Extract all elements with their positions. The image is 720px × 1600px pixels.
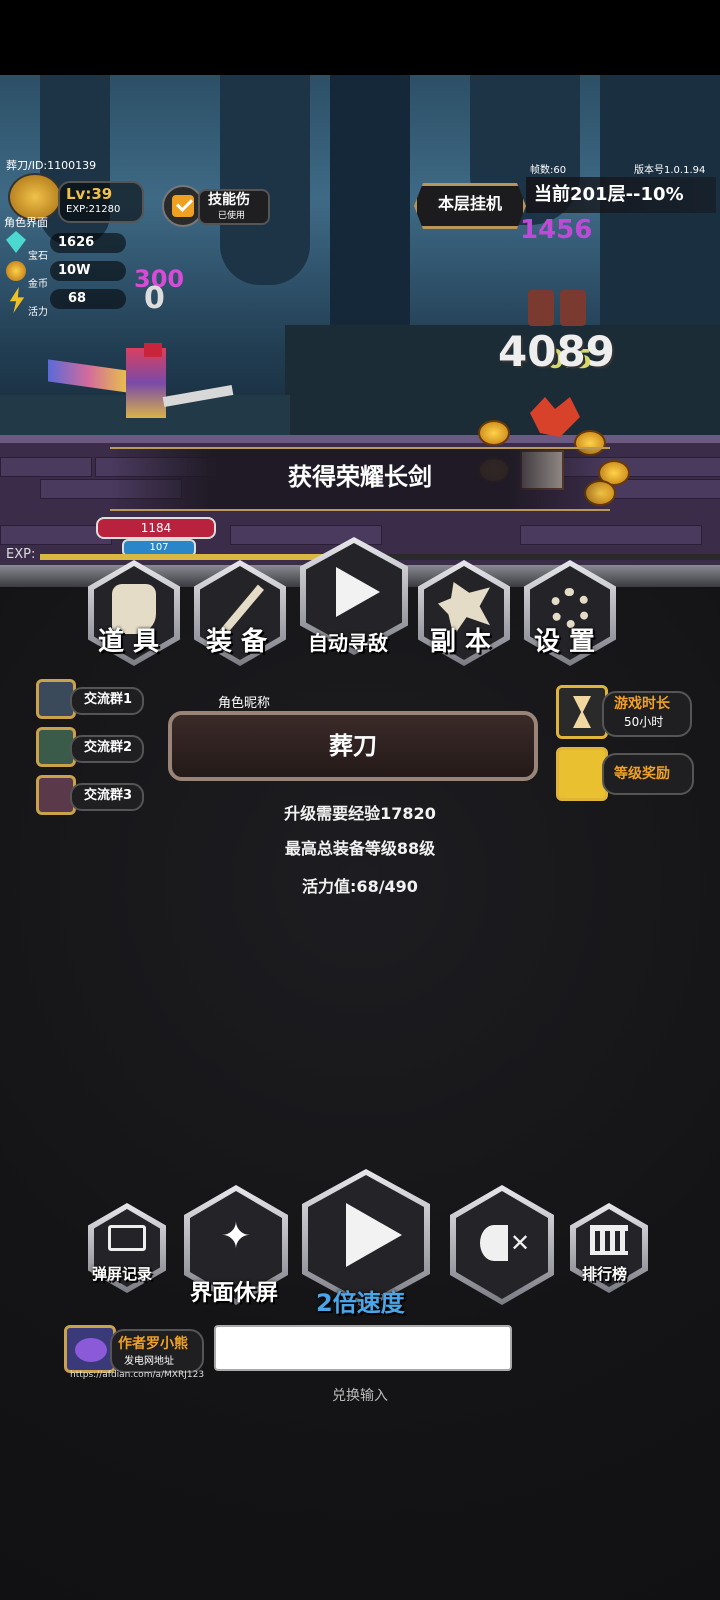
play-time-button[interactable]: 游戏时长 50小时 xyxy=(556,685,692,739)
book-icon xyxy=(108,1225,146,1251)
exp-text: EXP:21280 xyxy=(66,204,121,215)
author-sponsor-button[interactable]: 作者罗小熊 发电网地址 xyxy=(64,1325,204,1375)
barrel xyxy=(528,290,554,326)
ranking-label: 排行榜 xyxy=(582,1265,628,1283)
group-label: 交流群2 xyxy=(70,735,145,763)
frame-rate: 帧数:60 xyxy=(530,165,567,176)
stalactite xyxy=(220,75,310,285)
author-sub: 发电网地址 xyxy=(124,1356,174,1367)
level-box: Lv:39 EXP:21280 xyxy=(58,181,144,223)
stone-pillar xyxy=(330,75,410,335)
gold-coin-icon xyxy=(478,420,510,446)
sparkle-icon: ✦ xyxy=(220,1216,252,1257)
resource-label: 金币 xyxy=(28,279,48,290)
gem-icon xyxy=(6,231,26,253)
play-time-value: 50小时 xyxy=(624,715,664,729)
main-panel: 道 具 装 备 自动寻敌 副 本 设 置 交流群1 交流群2 交流群3 角色昵称… xyxy=(0,537,720,1600)
skill-label: 技能伤 xyxy=(208,192,250,208)
helmet-icon xyxy=(556,747,608,801)
author-avatar-icon xyxy=(64,1325,116,1373)
stat-exp-needed: 升级需要经验17820 xyxy=(284,804,436,823)
group-label: 交流群1 xyxy=(70,687,145,715)
loot-banner: 获得荣耀长剑 xyxy=(110,447,610,511)
floor-idle-button[interactable]: 本层挂机 xyxy=(414,183,526,229)
skill-sub: 已使用 xyxy=(218,211,246,221)
vitality-value: 68 xyxy=(68,291,87,306)
nickname-caption: 角色昵称 xyxy=(218,696,271,711)
hourglass-icon xyxy=(556,685,608,739)
exp-label: EXP: xyxy=(6,547,36,562)
current-floor-text: 当前201层--10% xyxy=(534,184,684,205)
nickname-plate[interactable]: 葬刀 xyxy=(168,711,538,781)
hp-bar: 1184 xyxy=(96,517,216,539)
status-bar xyxy=(0,0,720,75)
menu-label: 副 本 xyxy=(430,627,492,657)
floor-idle-label: 本层挂机 xyxy=(437,194,502,213)
danmaku-label: 弹屏记录 xyxy=(92,1265,153,1283)
current-floor-box: 当前201层--10% xyxy=(526,177,716,213)
gold-value: 10W xyxy=(58,263,91,278)
author-name: 作者罗小熊 xyxy=(118,1336,188,1352)
player-id: 葬刀/ID:1100139 xyxy=(6,159,97,172)
redeem-label: 兑换输入 xyxy=(332,1388,388,1404)
gem-value: 1626 xyxy=(58,235,95,250)
group-chat-2-button[interactable]: 交流群2 xyxy=(36,727,145,767)
group-chat-1-button[interactable]: 交流群1 xyxy=(36,679,145,719)
building-icon xyxy=(590,1225,628,1255)
menu-label: 道 具 xyxy=(98,627,160,657)
battle-scene: 1456 300 0 0.5 4089 获得荣耀长剑 1184 107 EXP:… xyxy=(0,75,720,575)
stat-max-equip-level: 最高总装备等级88级 xyxy=(284,839,436,858)
screensaver-label: 界面休屏 xyxy=(190,1281,279,1306)
play-time-label: 游戏时长 xyxy=(614,696,670,712)
skill-toggle-button[interactable]: 技能伤 已使用 xyxy=(162,185,270,227)
resource-list: 宝石 1626 金币 10W 活力 68 xyxy=(6,227,126,318)
loot-text: 获得荣耀长剑 xyxy=(288,463,432,491)
gold-coin-icon xyxy=(6,261,26,281)
resource-label: 宝石 xyxy=(28,251,48,262)
speed-label: 2倍速度 xyxy=(316,1289,405,1317)
damage-number: 0 xyxy=(144,281,165,316)
redeem-input[interactable] xyxy=(214,1325,512,1371)
damage-number-large: 4089 xyxy=(498,327,615,376)
player-character xyxy=(48,343,234,423)
speaker-mute-icon xyxy=(480,1225,508,1261)
nickname-text: 葬刀 xyxy=(329,732,377,760)
damage-number: 1456 xyxy=(520,215,593,245)
author-url[interactable]: https://afdian.com/a/MXRJ123 xyxy=(70,1370,204,1380)
stat-vitality: 活力值:68/490 xyxy=(302,877,418,896)
barrel xyxy=(560,290,586,326)
exp-progress-fill xyxy=(40,554,333,560)
menu-label: 设 置 xyxy=(534,627,596,657)
resource-label: 活力 xyxy=(28,307,48,318)
level-reward-label: 等级奖励 xyxy=(614,766,670,782)
mute-button[interactable]: ✕ xyxy=(450,1185,554,1305)
level-reward-button[interactable]: 等级奖励 xyxy=(556,747,694,801)
lightning-icon xyxy=(9,287,25,313)
menu-label: 装 备 xyxy=(206,627,268,657)
level-text: Lv:39 xyxy=(66,185,113,203)
version-label: 版本号1.0.1.94 xyxy=(634,165,706,176)
menu-label: 自动寻敌 xyxy=(308,631,388,655)
mute-x-icon: ✕ xyxy=(510,1229,531,1257)
